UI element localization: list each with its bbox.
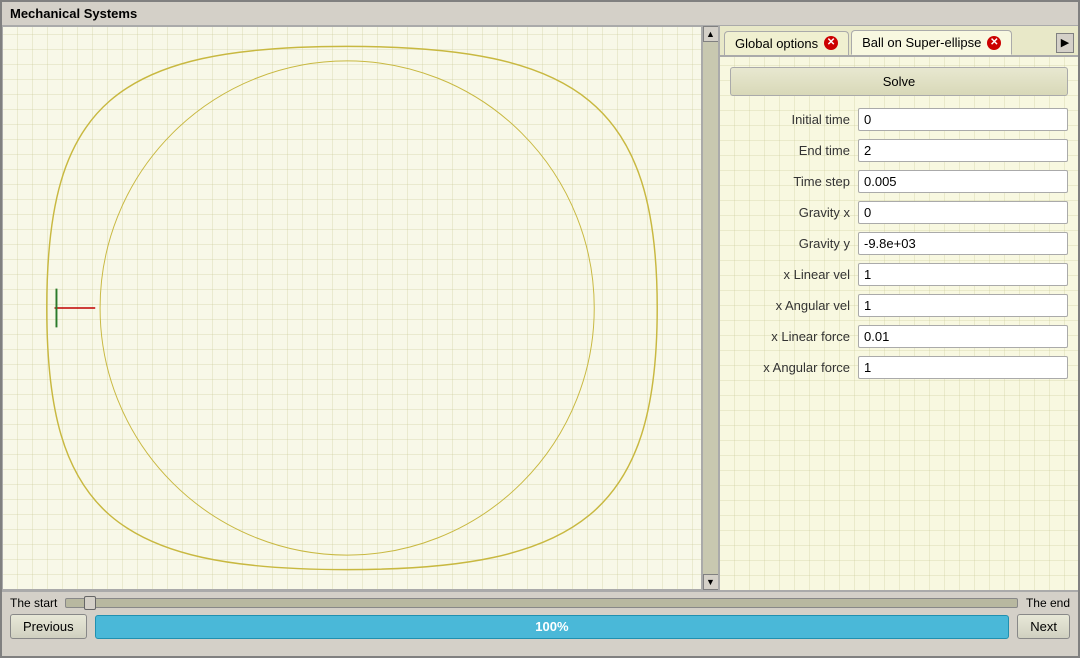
label-end-time: End time	[730, 143, 850, 158]
main-window: Mechanical Systems ▲ ▼ Global	[0, 0, 1080, 658]
canvas-svg	[3, 27, 701, 589]
tab-scroll-right-btn[interactable]: ▶	[1056, 33, 1074, 53]
label-initial-time: Initial time	[730, 112, 850, 127]
field-time-step: Time step	[730, 170, 1068, 193]
end-label: The end	[1026, 596, 1070, 610]
field-x-angular-force: x Angular force	[730, 356, 1068, 379]
tab-global-options-label: Global options	[735, 36, 818, 51]
label-time-step: Time step	[730, 174, 850, 189]
label-x-angular-vel: x Angular vel	[730, 298, 850, 313]
field-initial-time: Initial time	[730, 108, 1068, 131]
label-x-linear-vel: x Linear vel	[730, 267, 850, 282]
timeline-track[interactable]	[65, 598, 1018, 608]
tab-global-options[interactable]: Global options ✕	[724, 31, 849, 55]
input-end-time[interactable]	[858, 139, 1068, 162]
tab-ball-on-superellipse[interactable]: Ball on Super-ellipse ✕	[851, 30, 1012, 55]
progress-bar: 100%	[95, 615, 1010, 639]
input-x-linear-vel[interactable]	[858, 263, 1068, 286]
start-label: The start	[10, 596, 57, 610]
canvas-scrollbar[interactable]: ▲ ▼	[702, 26, 718, 590]
label-x-linear-force: x Linear force	[730, 329, 850, 344]
label-gravity-x: Gravity x	[730, 205, 850, 220]
timeline-row: The start The end	[10, 596, 1070, 610]
bottom-bar: The start The end Previous 100% Next	[2, 590, 1078, 656]
label-x-angular-force: x Angular force	[730, 360, 850, 375]
input-x-angular-force[interactable]	[858, 356, 1068, 379]
scroll-up-btn[interactable]: ▲	[703, 26, 719, 42]
scroll-track[interactable]	[703, 42, 718, 574]
input-initial-time[interactable]	[858, 108, 1068, 131]
tabs-bar: Global options ✕ Ball on Super-ellipse ✕…	[720, 26, 1078, 57]
tab-ball-on-superellipse-close[interactable]: ✕	[987, 36, 1001, 50]
field-x-linear-vel: x Linear vel	[730, 263, 1068, 286]
field-x-angular-vel: x Angular vel	[730, 294, 1068, 317]
progress-label: 100%	[535, 619, 568, 634]
nav-row: Previous 100% Next	[10, 614, 1070, 639]
input-time-step[interactable]	[858, 170, 1068, 193]
window-title: Mechanical Systems	[10, 6, 137, 21]
input-x-linear-force[interactable]	[858, 325, 1068, 348]
input-gravity-y[interactable]	[858, 232, 1068, 255]
scroll-down-btn[interactable]: ▼	[703, 574, 719, 590]
input-gravity-x[interactable]	[858, 201, 1068, 224]
previous-button[interactable]: Previous	[10, 614, 87, 639]
tab-global-options-close[interactable]: ✕	[824, 36, 838, 50]
panel-content: Solve Initial time End time Time step Gr…	[720, 57, 1078, 590]
canvas-area	[2, 26, 702, 590]
input-x-angular-vel[interactable]	[858, 294, 1068, 317]
right-panel: Global options ✕ Ball on Super-ellipse ✕…	[718, 26, 1078, 590]
next-button[interactable]: Next	[1017, 614, 1070, 639]
title-bar: Mechanical Systems	[2, 2, 1078, 26]
main-area: ▲ ▼ Global options ✕ Ball on Super-ellip…	[2, 26, 1078, 590]
field-end-time: End time	[730, 139, 1068, 162]
solve-button[interactable]: Solve	[730, 67, 1068, 96]
field-gravity-y: Gravity y	[730, 232, 1068, 255]
label-gravity-y: Gravity y	[730, 236, 850, 251]
field-gravity-x: Gravity x	[730, 201, 1068, 224]
tab-ball-on-superellipse-label: Ball on Super-ellipse	[862, 35, 981, 50]
timeline-thumb[interactable]	[84, 596, 96, 610]
field-x-linear-force: x Linear force	[730, 325, 1068, 348]
